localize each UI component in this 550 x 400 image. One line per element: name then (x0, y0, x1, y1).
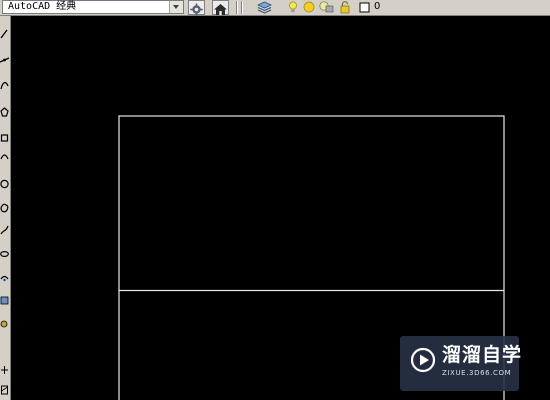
gear-icon (190, 3, 203, 16)
sun-icon[interactable] (303, 1, 315, 13)
layer-properties-button[interactable] (256, 0, 273, 15)
watermark-url: ZIXUE.3D66.COM (442, 369, 512, 377)
viewport-freeze-icon[interactable] (319, 1, 334, 13)
workspace-settings-button[interactable] (188, 0, 205, 16)
toolbar-separator (236, 1, 238, 14)
workspace-value: AutoCAD 经典 (8, 1, 77, 12)
lightbulb-icon[interactable] (289, 1, 297, 13)
autocad-window: AutoCAD 经典 0 溜溜自学 ZIXUE.3D66.COM (0, 0, 550, 400)
polygon-icon[interactable] (0, 106, 9, 118)
spline-icon[interactable] (0, 224, 9, 236)
ellipse-arc-icon[interactable] (0, 272, 9, 284)
polyline-icon[interactable] (0, 80, 9, 92)
make-block-icon[interactable] (0, 318, 9, 330)
watermark-brand: 溜溜自学 (442, 344, 523, 366)
color-swatch-icon[interactable] (359, 2, 370, 13)
revision-cloud-icon[interactable] (0, 202, 9, 214)
workspace-home-button[interactable] (212, 0, 229, 15)
layers-icon (257, 1, 272, 14)
line-icon[interactable] (0, 28, 9, 40)
draw-toolbar (0, 16, 11, 400)
insert-block-icon[interactable] (0, 294, 9, 306)
lock-icon[interactable] (340, 1, 350, 14)
construction-line-icon[interactable] (0, 54, 9, 66)
toolbar-separator (241, 1, 243, 14)
hatch-icon[interactable] (0, 384, 9, 396)
arc-icon[interactable] (0, 150, 9, 162)
play-logo-icon (410, 347, 436, 373)
workspace-dropdown[interactable]: AutoCAD 经典 (2, 0, 184, 14)
point-icon[interactable] (0, 364, 9, 376)
chevron-down-icon[interactable] (169, 1, 183, 13)
layer-name: 0 (374, 1, 381, 12)
workspace-toolbar: AutoCAD 经典 0 (0, 0, 550, 16)
ellipse-icon[interactable] (0, 248, 9, 260)
watermark: 溜溜自学 ZIXUE.3D66.COM (400, 336, 523, 391)
home-icon (214, 4, 227, 15)
rectangle-icon[interactable] (0, 132, 9, 144)
circle-icon[interactable] (0, 178, 9, 190)
